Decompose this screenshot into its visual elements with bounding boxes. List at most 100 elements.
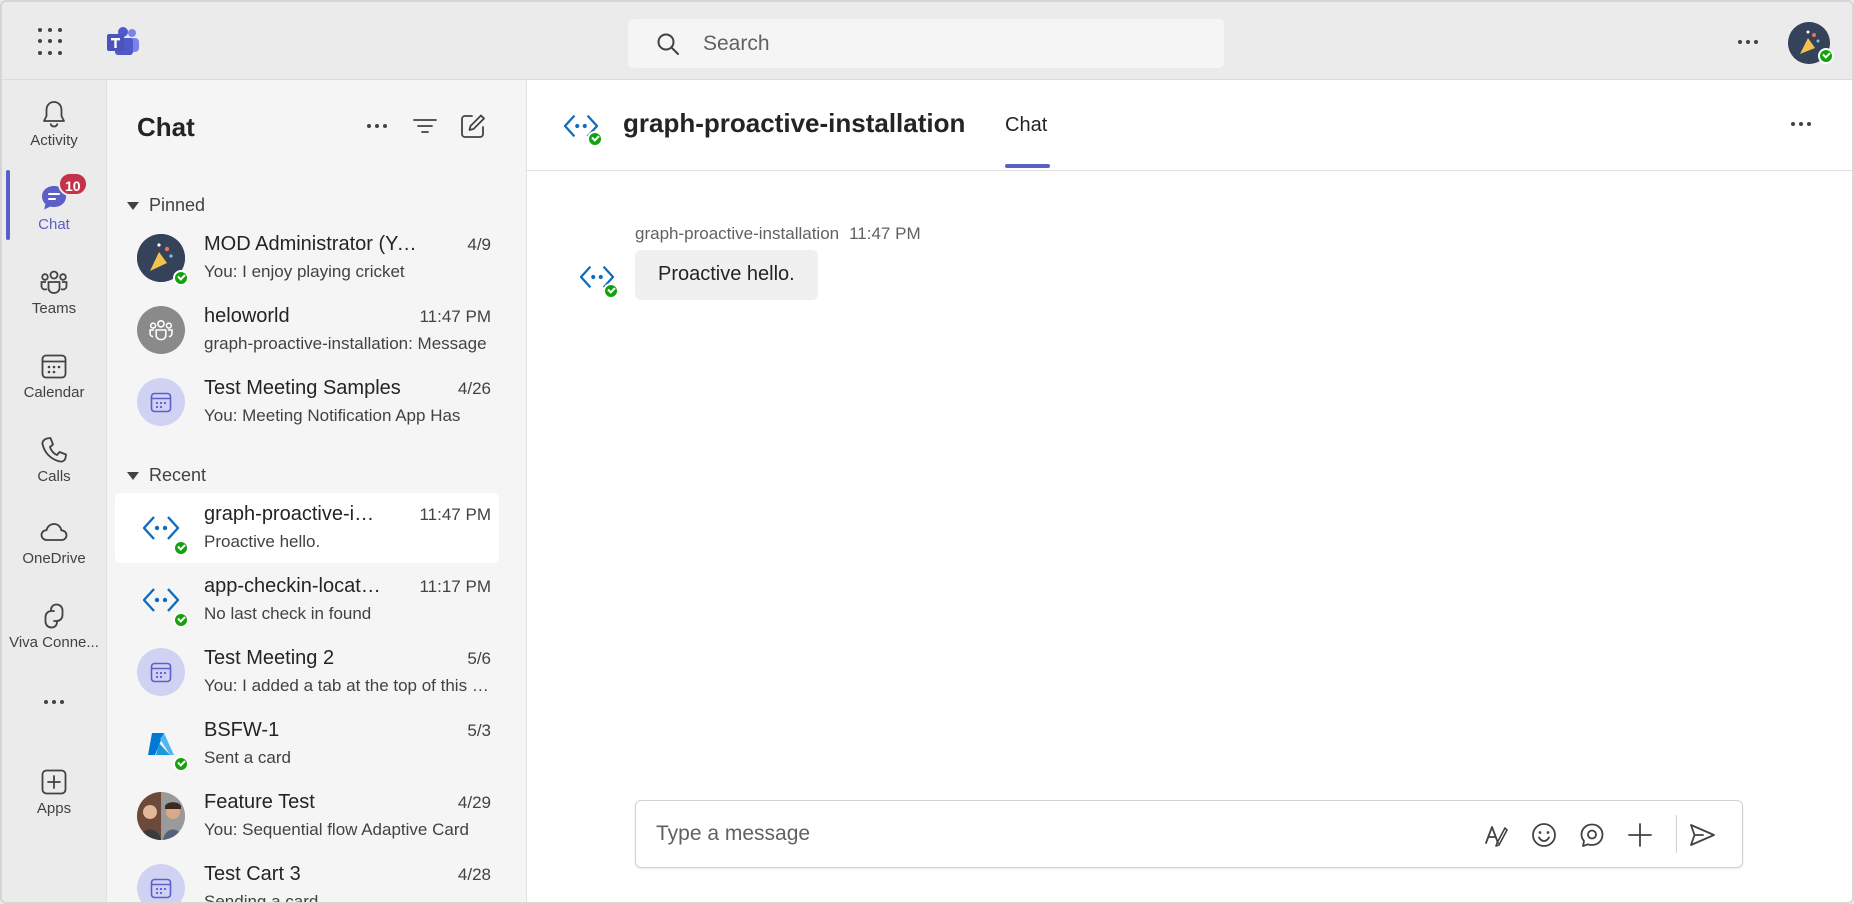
chat-preview: graph-proactive-installation: Message	[204, 334, 487, 353]
chat-time: 4/26	[457, 379, 491, 398]
chat-name: heloworld	[204, 305, 290, 327]
rail-item-calendar[interactable]: Calendar	[2, 344, 106, 416]
teams-icon	[40, 270, 68, 294]
conversation-more-icon[interactable]	[1787, 114, 1815, 134]
caret-down-icon	[127, 471, 139, 480]
caret-down-icon	[127, 201, 139, 210]
conversation-title: graph-proactive-installation	[623, 108, 966, 138]
compose-divider	[1676, 815, 1677, 853]
avatar	[137, 720, 189, 772]
chat-row-heloworld[interactable]: heloworld 11:47 PM graph-proactive-insta…	[115, 295, 499, 365]
chat-row-test-meeting-2[interactable]: Test Meeting 2 5/6 You: I added a tab at…	[115, 637, 499, 707]
rail-label-calls: Calls	[37, 468, 71, 485]
presence-available-icon	[173, 270, 189, 286]
meeting-calendar-icon	[150, 392, 172, 413]
message-bubble[interactable]: Proactive hello.	[635, 250, 818, 300]
rail-item-activity[interactable]: Activity	[2, 92, 106, 164]
rail-label-chat: Chat	[38, 216, 70, 233]
chat-time: 11:17 PM	[419, 577, 491, 596]
chat-preview: Sent a card	[204, 748, 291, 767]
avatar	[137, 576, 189, 628]
chat-more-options-icon[interactable]	[363, 112, 391, 140]
recent-section-label: Recent	[149, 465, 207, 485]
app-launcher-icon[interactable]	[38, 28, 66, 56]
chat-row-graph-proactive-installation[interactable]: graph-proactive-installation 11:47 PM Pr…	[115, 493, 499, 563]
app-rail: Activity Chat 10 Teams Calendar Calls On…	[2, 80, 106, 902]
message-meta: graph-proactive-installation 11:47 PM	[635, 224, 921, 244]
group-icon	[149, 320, 173, 341]
active-tab-indicator	[1005, 164, 1050, 168]
chat-row-feature-test[interactable]: Feature Test 4/29 You: Sequential flow A…	[115, 781, 499, 851]
emoji-icon[interactable]	[1530, 821, 1558, 849]
avatar	[137, 306, 185, 354]
conversation-pane: graph-proactive-installation Chat graph-…	[526, 80, 1852, 902]
presence-available-icon	[587, 131, 603, 147]
meeting-calendar-icon	[150, 878, 172, 899]
rail-item-viva-connections[interactable]: Viva Conne...	[2, 594, 106, 666]
recent-section-toggle[interactable]: Recent	[127, 465, 206, 486]
pinned-section-label: Pinned	[149, 195, 206, 215]
chat-preview: Proactive hello.	[204, 532, 321, 551]
chat-row-test-meeting-samples[interactable]: Test Meeting Samples 4/26 You: Meeting N…	[115, 367, 499, 437]
loop-compose-icon[interactable]	[1578, 821, 1606, 849]
send-icon[interactable]	[1688, 821, 1716, 849]
chat-preview: You: Meeting Notification App Has	[204, 406, 461, 425]
chat-list-title: Chat	[137, 112, 195, 142]
compose-box[interactable]: Type a message	[635, 800, 1743, 868]
chat-name: Test Meeting 2	[204, 647, 335, 669]
chat-time: 5/3	[467, 721, 491, 740]
calendar-icon	[41, 354, 67, 379]
compose-placeholder: Type a message	[656, 822, 811, 845]
avatar	[137, 504, 189, 556]
presence-available-icon	[173, 612, 189, 628]
chat-name: BSFW-1	[204, 719, 280, 741]
chat-preview: You: I added a tab at the top of this ch…	[204, 676, 494, 695]
rail-label-activity: Activity	[30, 132, 78, 149]
search-icon	[657, 33, 679, 55]
avatar	[137, 864, 185, 902]
azure-bot-icon	[148, 733, 174, 755]
chat-unread-badge: 10	[58, 172, 88, 196]
chat-preview: No last check in found	[204, 604, 372, 623]
rail-item-teams[interactable]: Teams	[2, 260, 106, 332]
presence-available-icon	[173, 756, 189, 772]
search-input[interactable]: Search	[628, 19, 1224, 68]
chat-time: 4/9	[467, 235, 491, 254]
chat-name: graph-proactive-installation	[204, 503, 384, 525]
chat-row-mod-administrator[interactable]: MOD Administrator (You) 4/9 You: I enjoy…	[115, 223, 499, 293]
chat-row-test-cart-3[interactable]: Test Cart 3 4/28 Sending a card	[115, 853, 499, 904]
chat-name: Feature Test	[204, 791, 315, 813]
rail-item-calls[interactable]: Calls	[2, 428, 106, 500]
bot-app-icon	[142, 516, 180, 540]
more-options-icon[interactable]	[1734, 32, 1762, 52]
top-bar: Search	[2, 2, 1852, 80]
chat-time: 11:47 PM	[419, 505, 491, 524]
rail-item-chat[interactable]: Chat	[2, 176, 106, 248]
avatar	[137, 378, 185, 426]
avatar	[137, 648, 185, 696]
new-chat-icon[interactable]	[459, 112, 487, 140]
teams-window: Search Activity Chat 10 Teams Calendar C…	[0, 0, 1854, 904]
chat-preview: Sending a card	[204, 892, 319, 904]
format-text-icon[interactable]	[1482, 821, 1510, 849]
rail-item-onedrive[interactable]: OneDrive	[2, 510, 106, 582]
cloud-icon	[40, 523, 68, 541]
rail-label-teams: Teams	[31, 300, 77, 317]
chat-list-panel: Chat Pinned MOD Administrator (You) 4/9 …	[106, 80, 526, 904]
more-apps-icon[interactable]	[40, 692, 68, 712]
meeting-calendar-icon	[150, 662, 172, 683]
chat-preview: You: I enjoy playing cricket	[204, 262, 405, 281]
tab-chat[interactable]: Chat	[1005, 114, 1047, 137]
chat-name: MOD Administrator (You)	[204, 233, 424, 255]
presence-available-icon	[173, 540, 189, 556]
chat-row-bsfw-1[interactable]: BSFW-1 5/3 Sent a card	[115, 709, 499, 779]
attach-plus-icon[interactable]	[1626, 821, 1654, 849]
chat-row-app-checkin-location[interactable]: app-checkin-location 11:17 PM No last ch…	[115, 565, 499, 635]
pinned-section-toggle[interactable]: Pinned	[127, 195, 205, 216]
filter-icon[interactable]	[411, 112, 439, 140]
phone-icon	[41, 437, 67, 463]
chat-time: 5/6	[467, 649, 491, 668]
presence-available-icon	[1818, 48, 1834, 64]
rail-item-apps[interactable]: Apps	[2, 760, 106, 832]
chat-name: Test Cart 3	[204, 863, 301, 885]
